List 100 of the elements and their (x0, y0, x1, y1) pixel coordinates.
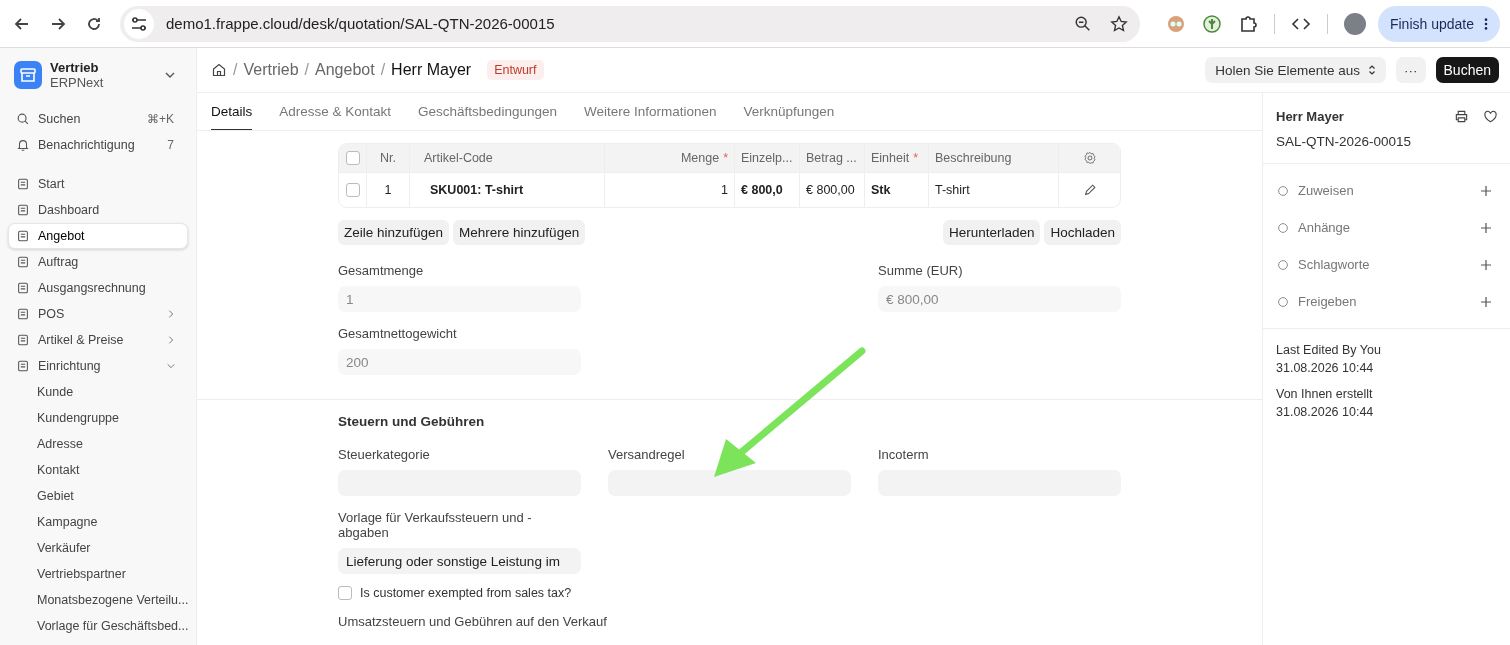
table-action-button[interactable]: Mehrere hinzufügen (453, 220, 586, 245)
search-icon (16, 112, 30, 126)
shortcut-hint: ⌘+K (147, 112, 174, 126)
sidebar-action[interactable]: Schlagworte (1276, 246, 1498, 283)
column-header: Nr. (380, 151, 396, 165)
sidebar-subitem[interactable]: Kampagne (8, 509, 188, 535)
sidebar-subitem[interactable]: Verkäufer (8, 535, 188, 561)
field-label: Vorlage für Verkaufssteuern und -abgaben (338, 510, 533, 540)
sidebar-item[interactable]: Dashboard (8, 197, 188, 223)
breadcrumb-separator: / (380, 61, 386, 79)
field-label: Summe (EUR) (878, 263, 964, 278)
sidebar-subitem[interactable]: Kundengruppe (8, 405, 188, 431)
plus-icon (1480, 295, 1492, 308)
column-header: Artikel-Code (424, 151, 493, 165)
sidebar-action[interactable]: Anhänge (1276, 209, 1498, 246)
notifications-item[interactable]: Benachrichtigung 7 (8, 132, 188, 158)
section-title: Umsatzsteuern und Gebühren auf den Verkauf (338, 614, 608, 629)
sidebar-item[interactable]: Start (8, 171, 188, 197)
column-header: Menge (680, 151, 720, 165)
document-id: SAL-QTN-2026-00015 (1276, 134, 1413, 149)
action-icon (1276, 183, 1290, 198)
breadcrumb-link[interactable]: Vertrieb (243, 61, 299, 79)
table-cell: € 800,00 (800, 173, 865, 207)
sidebar-subitem[interactable]: Monatsbezogene Verteilu... (8, 587, 188, 613)
address-bar[interactable]: demo1.frappe.cloud/desk/quotation/SAL-QTN-2026-00015 (120, 5, 1140, 42)
sidebar-item-icon (16, 359, 30, 373)
avatar[interactable] (1343, 12, 1366, 35)
column-header: Einheit (871, 151, 910, 165)
bell-icon (16, 138, 30, 152)
column-header: Betrag ... (806, 151, 857, 165)
breadcrumb-link[interactable]: Angebot (315, 61, 375, 79)
star-icon[interactable] (1109, 14, 1128, 33)
sidebar-action[interactable]: Freigeben (1276, 283, 1498, 320)
action-icon (1276, 294, 1290, 309)
notifications-label: Benachrichtigung (38, 138, 136, 152)
field-label: Gesamtmenge (338, 263, 425, 278)
extension-icon[interactable] (1201, 13, 1222, 34)
breadcrumb-separator: / (304, 61, 310, 79)
finish-update-button[interactable]: Finish update (1377, 5, 1500, 42)
row-checkbox[interactable] (345, 183, 360, 197)
sidebar-item[interactable]: Auftrag (8, 249, 188, 275)
sidebar-item-icon (16, 307, 30, 321)
pencil-icon[interactable] (1082, 183, 1097, 197)
field-label: Gesamtnettogewicht (338, 326, 458, 341)
input-field[interactable] (608, 470, 851, 496)
table-action-button[interactable]: Hochladen (1044, 220, 1121, 245)
get-items-dropdown[interactable]: Holen Sie Elemente aus (1205, 57, 1386, 83)
sidebar-subitem[interactable]: Kunde (8, 379, 188, 405)
sidebar-action[interactable]: Zuweisen (1276, 172, 1498, 209)
sidebar-subitem[interactable]: Vertriebspartner (8, 561, 188, 587)
exempt-checkbox[interactable] (338, 586, 352, 600)
sidebar-item[interactable]: Angebot (8, 223, 188, 249)
workspace-subtitle: ERPNext (50, 75, 105, 90)
sidebar-item[interactable]: Einrichtung (8, 353, 188, 379)
tab[interactable]: Verknüpfungen (743, 93, 835, 130)
input-field[interactable]: Lieferung oder sonstige Leistung im (338, 548, 581, 574)
search-label: Suchen (38, 112, 82, 126)
sidebar-item-icon (16, 203, 30, 217)
plus-icon (1480, 184, 1492, 197)
column-header: Beschreibung (935, 151, 1012, 165)
url-text: demo1.frappe.cloud/desk/quotation/SAL-QTN-2026-00015 (166, 15, 556, 32)
sidebar-subitem[interactable]: Vorlage für Geschäftsbed... (8, 613, 188, 639)
kebab-menu-icon (1484, 16, 1488, 31)
workspace-switcher[interactable]: Vertrieb ERPNext (8, 54, 188, 96)
table-action-button[interactable]: Zeile hinzufügen (338, 220, 450, 245)
sidebar-subitem[interactable]: Kontakt (8, 457, 188, 483)
submit-button[interactable]: Buchen (1435, 57, 1499, 83)
meta-time: 31.08.2026 10:44 (1276, 361, 1375, 375)
tab[interactable]: Details (211, 93, 253, 130)
table-cell: T-shirt (929, 173, 1059, 207)
tab[interactable]: Weitere Informationen (583, 93, 717, 130)
settings-icon[interactable] (1082, 151, 1097, 165)
sidebar-subitem[interactable]: Adresse (8, 431, 188, 457)
tab[interactable]: Geschäftsbedingungen (418, 93, 557, 130)
required-mark: * (723, 151, 728, 165)
sidebar-item-icon (16, 177, 30, 191)
sidebar-item[interactable]: Artikel & Preise (8, 327, 188, 353)
sidebar-item-icon (16, 281, 30, 295)
zoom-out-icon[interactable] (1073, 14, 1092, 33)
action-icon (1276, 220, 1290, 235)
search-item[interactable]: Suchen ⌘+K (8, 106, 188, 132)
select-all-checkbox[interactable] (345, 151, 360, 165)
workspace-logo-icon (14, 61, 42, 89)
table-action-button[interactable]: Herunterladen (942, 220, 1041, 245)
print-icon[interactable] (1454, 109, 1469, 124)
heart-icon[interactable] (1483, 109, 1498, 124)
breadcrumb-link[interactable]: Herr Mayer (391, 61, 472, 79)
home-icon[interactable] (211, 62, 227, 78)
field-label: Versandregel (608, 447, 686, 462)
sidebar-item[interactable]: POS (8, 301, 188, 327)
table-cell: SKU001: T-shirt (410, 173, 605, 207)
more-button[interactable]: ··· (1396, 57, 1426, 83)
tab[interactable]: Adresse & Kontakt (279, 93, 392, 130)
sidebar-item[interactable]: Ausgangsrechnung (8, 275, 188, 301)
site-settings-icon[interactable] (124, 8, 154, 39)
required-mark: * (913, 151, 919, 165)
sidebar-item-icon (16, 255, 30, 269)
document-title: Herr Mayer (1276, 109, 1345, 124)
action-icon (1276, 257, 1290, 272)
sidebar-subitem[interactable]: Gebiet (8, 483, 188, 509)
